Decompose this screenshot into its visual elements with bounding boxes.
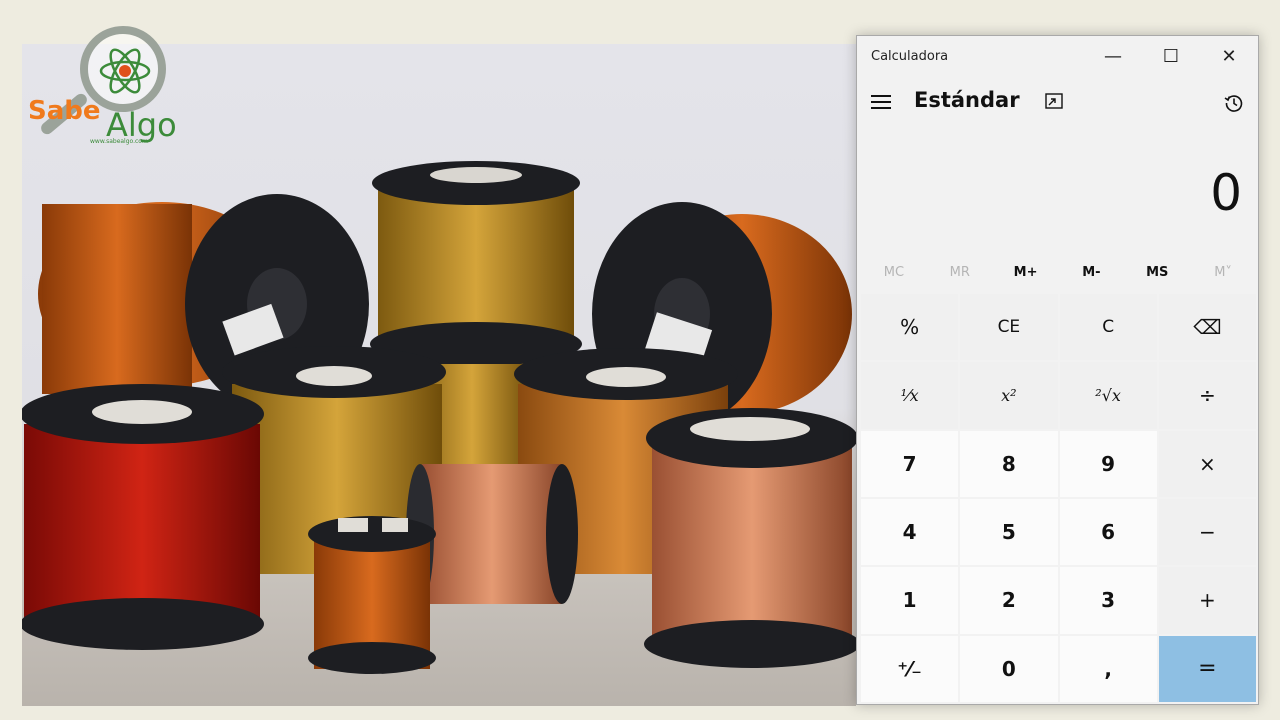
digit-9-button[interactable]: 9	[1059, 430, 1157, 497]
memory-clear-button[interactable]: MC	[861, 258, 927, 288]
decimal-separator-button[interactable]: ,	[1059, 635, 1157, 702]
backspace-button[interactable]: ⌫	[1158, 294, 1256, 361]
add-button[interactable]: +	[1158, 567, 1256, 634]
digit-0-button[interactable]: 0	[960, 635, 1058, 702]
digit-4-button[interactable]: 4	[861, 499, 959, 566]
digit-2-button[interactable]: 2	[960, 567, 1058, 634]
logo-text-sabe: Sabe	[28, 96, 101, 126]
square-root-button[interactable]: ²√x	[1059, 362, 1157, 429]
digit-3-button[interactable]: 3	[1059, 567, 1157, 634]
keep-on-top-icon	[1045, 93, 1063, 109]
memory-subtract-button[interactable]: M-	[1058, 258, 1124, 288]
memory-add-button[interactable]: M+	[993, 258, 1059, 288]
digit-5-button[interactable]: 5	[960, 499, 1058, 566]
digit-6-button[interactable]: 6	[1059, 499, 1157, 566]
logo-url: www.sabealgo.com	[90, 138, 148, 145]
memory-row: MC MR M+ M- MS M˅	[861, 258, 1256, 288]
calculator-header: Estándar	[857, 82, 1258, 126]
history-icon	[1224, 95, 1243, 112]
close-icon: ✕	[1221, 45, 1237, 67]
square-button[interactable]: x²	[960, 362, 1058, 429]
mode-title: Estándar	[914, 88, 1020, 112]
negate-button[interactable]: ⁺⁄₋	[861, 635, 959, 702]
maximize-button[interactable]: ☐	[1142, 36, 1200, 76]
keypad: % CE C ⌫ ¹⁄x x² ²√x ÷ 7 8 9 × 4 5 6 − 1 …	[861, 294, 1256, 702]
memory-recall-button[interactable]: MR	[927, 258, 993, 288]
keep-on-top-button[interactable]	[1041, 88, 1067, 114]
navigation-menu-button[interactable]	[865, 86, 897, 118]
calculator-window: Calculadora — ☐ ✕ Estándar 0 MC MR M+ M-…	[856, 35, 1259, 705]
minimize-icon: —	[1104, 45, 1122, 67]
multiply-button[interactable]: ×	[1158, 430, 1256, 497]
memory-list-button[interactable]: M˅	[1190, 258, 1256, 288]
memory-store-button[interactable]: MS	[1124, 258, 1190, 288]
digit-7-button[interactable]: 7	[861, 430, 959, 497]
minimize-button[interactable]: —	[1084, 36, 1142, 76]
maximize-icon: ☐	[1162, 45, 1180, 67]
equals-button[interactable]: =	[1158, 635, 1256, 702]
sabealgo-logo: Sabe Algo www.sabealgo.com	[26, 24, 196, 154]
digit-1-button[interactable]: 1	[861, 567, 959, 634]
history-button[interactable]	[1219, 88, 1249, 118]
reciprocal-button[interactable]: ¹⁄x	[861, 362, 959, 429]
digit-8-button[interactable]: 8	[960, 430, 1058, 497]
clear-button[interactable]: C	[1059, 294, 1157, 361]
atom-icon	[99, 48, 151, 94]
hamburger-icon	[871, 95, 891, 109]
backspace-icon: ⌫	[1193, 315, 1222, 340]
divide-button[interactable]: ÷	[1158, 362, 1256, 429]
window-title: Calculadora	[871, 49, 949, 64]
percent-button[interactable]: %	[861, 294, 959, 361]
close-button[interactable]: ✕	[1200, 36, 1258, 76]
result-display: 0	[1210, 164, 1242, 222]
title-bar[interactable]: Calculadora — ☐ ✕	[857, 36, 1258, 76]
subtract-button[interactable]: −	[1158, 499, 1256, 566]
clear-entry-button[interactable]: CE	[960, 294, 1058, 361]
